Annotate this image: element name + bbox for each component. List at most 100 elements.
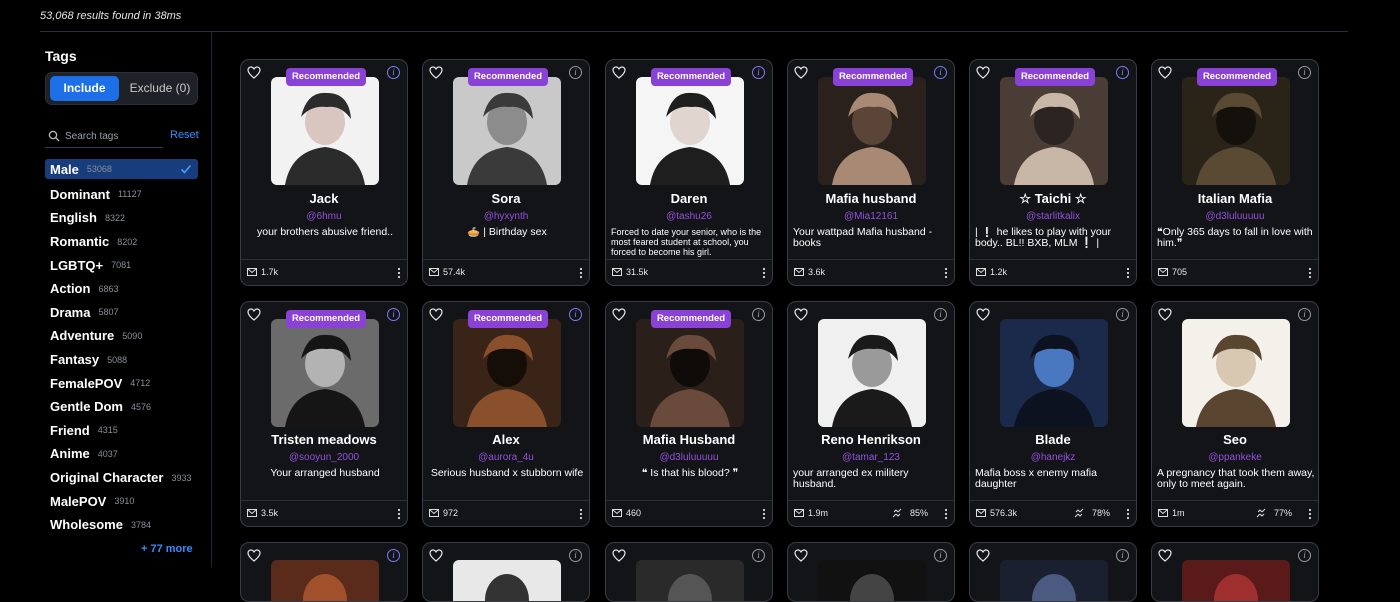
- creator-handle[interactable]: @d3luluuuuu: [1156, 211, 1314, 222]
- heart-icon[interactable]: [247, 308, 261, 321]
- character-card[interactable]: i: [240, 542, 408, 602]
- more-options-icon[interactable]: [762, 267, 766, 279]
- more-options-icon[interactable]: [1308, 508, 1312, 520]
- info-icon[interactable]: i: [1298, 308, 1311, 321]
- avatar[interactable]: [636, 77, 744, 185]
- search-tags-input[interactable]: [65, 127, 161, 145]
- info-icon[interactable]: i: [752, 66, 765, 79]
- info-icon[interactable]: i: [1116, 308, 1129, 321]
- tag-item[interactable]: Romantic 8202: [45, 230, 198, 254]
- heart-icon[interactable]: [976, 549, 990, 562]
- avatar[interactable]: [818, 77, 926, 185]
- character-card[interactable]: i Recommended Alex @aurora_4u Serious husban…: [422, 301, 590, 527]
- creator-handle[interactable]: @hyxynth: [427, 211, 585, 222]
- heart-icon[interactable]: [429, 308, 443, 321]
- heart-icon[interactable]: [247, 66, 261, 79]
- avatar[interactable]: [636, 560, 744, 601]
- creator-handle[interactable]: @aurora_4u: [427, 452, 585, 463]
- character-card[interactable]: i Seo @ppankeke A pregnancy that took them …: [1151, 301, 1319, 527]
- character-card[interactable]: i: [787, 542, 955, 602]
- character-card[interactable]: i Recommended Mafia husband @Mia12161 Your w…: [787, 59, 955, 286]
- heart-icon[interactable]: [1158, 308, 1172, 321]
- avatar[interactable]: [818, 560, 926, 601]
- heart-icon[interactable]: [612, 549, 626, 562]
- tag-item[interactable]: Adventure 5090: [45, 324, 198, 348]
- heart-icon[interactable]: [794, 66, 808, 79]
- avatar[interactable]: [453, 560, 561, 601]
- character-card[interactable]: i Recommended ☆ Taichi ☆ @starlitkalix | ❕ h…: [969, 59, 1137, 286]
- info-icon[interactable]: i: [387, 549, 400, 562]
- include-button[interactable]: Include: [50, 76, 119, 101]
- reset-link[interactable]: Reset: [170, 129, 199, 141]
- character-card[interactable]: i Recommended Daren @tashu26 Forced to date …: [605, 59, 773, 286]
- more-options-icon[interactable]: [579, 267, 583, 279]
- info-icon[interactable]: i: [387, 308, 400, 321]
- tag-item[interactable]: FemalePOV 4712: [45, 371, 198, 395]
- info-icon[interactable]: i: [569, 308, 582, 321]
- heart-icon[interactable]: [976, 308, 990, 321]
- character-card[interactable]: i Recommended Tristen meadows @sooyun_2000 Y…: [240, 301, 408, 527]
- avatar[interactable]: [1182, 560, 1290, 601]
- avatar[interactable]: [271, 560, 379, 601]
- tag-item[interactable]: English 8322: [45, 206, 198, 230]
- more-options-icon[interactable]: [397, 267, 401, 279]
- avatar[interactable]: [1182, 77, 1290, 185]
- tag-item[interactable]: Fantasy 5088: [45, 348, 198, 372]
- heart-icon[interactable]: [429, 549, 443, 562]
- heart-icon[interactable]: [1158, 549, 1172, 562]
- more-options-icon[interactable]: [397, 508, 401, 520]
- info-icon[interactable]: i: [569, 66, 582, 79]
- avatar[interactable]: [453, 319, 561, 427]
- avatar[interactable]: [636, 319, 744, 427]
- heart-icon[interactable]: [612, 66, 626, 79]
- heart-icon[interactable]: [247, 549, 261, 562]
- info-icon[interactable]: i: [569, 549, 582, 562]
- info-icon[interactable]: i: [1298, 549, 1311, 562]
- creator-handle[interactable]: @sooyun_2000: [245, 452, 403, 463]
- tag-item[interactable]: LGBTQ+ 7081: [45, 253, 198, 277]
- info-icon[interactable]: i: [387, 66, 400, 79]
- info-icon[interactable]: i: [934, 308, 947, 321]
- creator-handle[interactable]: @hanejkz: [974, 452, 1132, 463]
- character-card[interactable]: i Reno Henrikson @tamar_123 your arranged e…: [787, 301, 955, 527]
- character-card[interactable]: i Blade @hanejkz Mafia boss x enemy mafia d…: [969, 301, 1137, 527]
- heart-icon[interactable]: [429, 66, 443, 79]
- info-icon[interactable]: i: [1116, 549, 1129, 562]
- tag-item[interactable]: Wholesome 3784: [45, 513, 198, 537]
- creator-handle[interactable]: @Mia12161: [792, 211, 950, 222]
- tag-item[interactable]: Gentle Dom 4576: [45, 395, 198, 419]
- character-card[interactable]: i: [1151, 542, 1319, 602]
- exclude-button[interactable]: Exclude (0): [124, 76, 196, 101]
- creator-handle[interactable]: @tamar_123: [792, 452, 950, 463]
- more-options-icon[interactable]: [579, 508, 583, 520]
- avatar[interactable]: [271, 77, 379, 185]
- heart-icon[interactable]: [612, 308, 626, 321]
- tag-item[interactable]: Anime 4037: [45, 442, 198, 466]
- avatar[interactable]: [1182, 319, 1290, 427]
- creator-handle[interactable]: @ppankeke: [1156, 452, 1314, 463]
- avatar[interactable]: [1000, 560, 1108, 601]
- character-card[interactable]: i Recommended Italian Mafia @d3luluuuuu ❝Onl…: [1151, 59, 1319, 286]
- info-icon[interactable]: i: [1298, 66, 1311, 79]
- more-options-icon[interactable]: [1308, 267, 1312, 279]
- tag-item[interactable]: Action 6863: [45, 277, 198, 301]
- character-card[interactable]: i: [605, 542, 773, 602]
- avatar[interactable]: [1000, 77, 1108, 185]
- tag-item[interactable]: Friend 4315: [45, 419, 198, 443]
- tag-item[interactable]: Male 53068: [45, 159, 198, 179]
- avatar[interactable]: [1000, 319, 1108, 427]
- tag-item[interactable]: MalePOV 3910: [45, 489, 198, 513]
- more-options-icon[interactable]: [944, 267, 948, 279]
- tag-item[interactable]: Dominant 11127: [45, 183, 198, 207]
- character-card[interactable]: i: [422, 542, 590, 602]
- more-options-icon[interactable]: [1126, 267, 1130, 279]
- more-options-icon[interactable]: [1126, 508, 1130, 520]
- avatar[interactable]: [271, 319, 379, 427]
- tag-item[interactable]: Drama 5807: [45, 301, 198, 325]
- info-icon[interactable]: i: [1116, 66, 1129, 79]
- info-icon[interactable]: i: [752, 308, 765, 321]
- creator-handle[interactable]: @d3luluuuuu: [610, 452, 768, 463]
- heart-icon[interactable]: [794, 308, 808, 321]
- character-card[interactable]: i Recommended Mafia Husband @d3luluuuuu ❝ Is…: [605, 301, 773, 527]
- more-options-icon[interactable]: [944, 508, 948, 520]
